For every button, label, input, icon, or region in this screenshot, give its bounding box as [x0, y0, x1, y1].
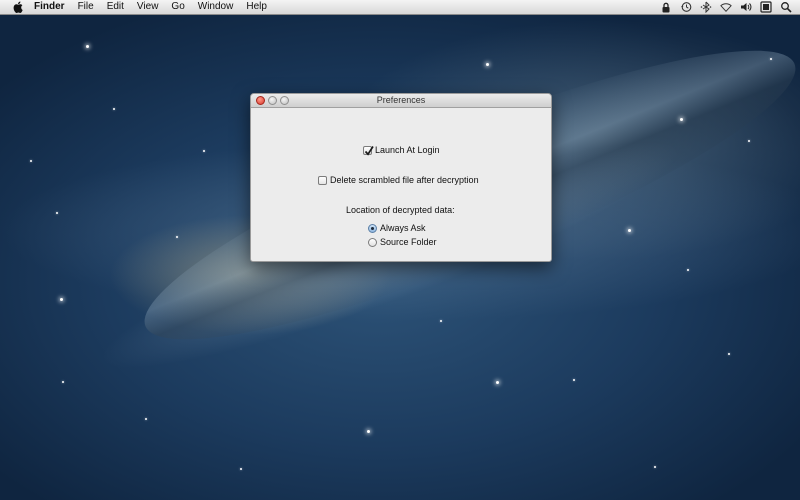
star: [687, 269, 689, 271]
always-ask-radio[interactable]: [368, 223, 377, 233]
menu-edit[interactable]: Edit: [107, 0, 124, 14]
wifi-icon[interactable]: [720, 1, 732, 13]
star: [367, 430, 370, 433]
star: [145, 418, 147, 420]
bluetooth-icon[interactable]: [700, 1, 712, 13]
star: [203, 150, 205, 152]
menu-go[interactable]: Go: [171, 0, 184, 14]
menu-finder[interactable]: Finder: [34, 0, 65, 14]
star: [440, 320, 442, 322]
lock-icon[interactable]: [660, 1, 672, 13]
menu-help[interactable]: Help: [246, 0, 267, 14]
launch-at-login-checkbox[interactable]: [363, 145, 374, 156]
delete-scrambled-option[interactable]: Delete scrambled file after decryption: [318, 175, 479, 185]
star: [628, 229, 631, 232]
status-area: [660, 1, 800, 13]
menu-file[interactable]: File: [78, 0, 94, 14]
star: [56, 212, 58, 214]
apple-menu-icon[interactable]: [12, 1, 24, 13]
location-label: Location of decrypted data:: [346, 205, 455, 215]
star: [60, 298, 63, 301]
star: [176, 236, 178, 238]
source-folder-label: Source Folder: [380, 237, 437, 247]
launch-at-login-option[interactable]: Launch At Login: [363, 145, 440, 156]
star: [748, 140, 750, 142]
volume-icon[interactable]: [740, 1, 752, 13]
star: [728, 353, 730, 355]
star: [770, 58, 772, 60]
menu-window[interactable]: Window: [198, 0, 234, 14]
always-ask-label: Always Ask: [380, 223, 426, 233]
always-ask-option[interactable]: Always Ask: [368, 223, 426, 233]
star: [240, 468, 242, 470]
menu-bar: Finder File Edit View Go Window Help: [0, 0, 800, 15]
menu-view[interactable]: View: [137, 0, 159, 14]
source-folder-option[interactable]: Source Folder: [368, 237, 437, 247]
time-machine-icon[interactable]: [680, 1, 692, 13]
star: [573, 379, 575, 381]
window-title: Preferences: [376, 95, 426, 105]
preferences-window: Preferences Launch At Login Delete scram…: [250, 93, 552, 262]
star: [86, 45, 89, 48]
window-titlebar[interactable]: Preferences: [251, 94, 551, 108]
star: [486, 63, 489, 66]
delete-scrambled-label: Delete scrambled file after decryption: [330, 175, 479, 185]
source-folder-radio[interactable]: [368, 237, 377, 247]
star: [113, 108, 115, 110]
star: [30, 160, 32, 162]
battery-icon[interactable]: [760, 1, 772, 13]
star: [62, 381, 64, 383]
star: [496, 381, 499, 384]
launch-at-login-label: Launch At Login: [375, 145, 440, 155]
star: [654, 466, 656, 468]
star: [680, 118, 683, 121]
delete-scrambled-checkbox[interactable]: [318, 175, 327, 185]
spotlight-icon[interactable]: [780, 1, 792, 13]
